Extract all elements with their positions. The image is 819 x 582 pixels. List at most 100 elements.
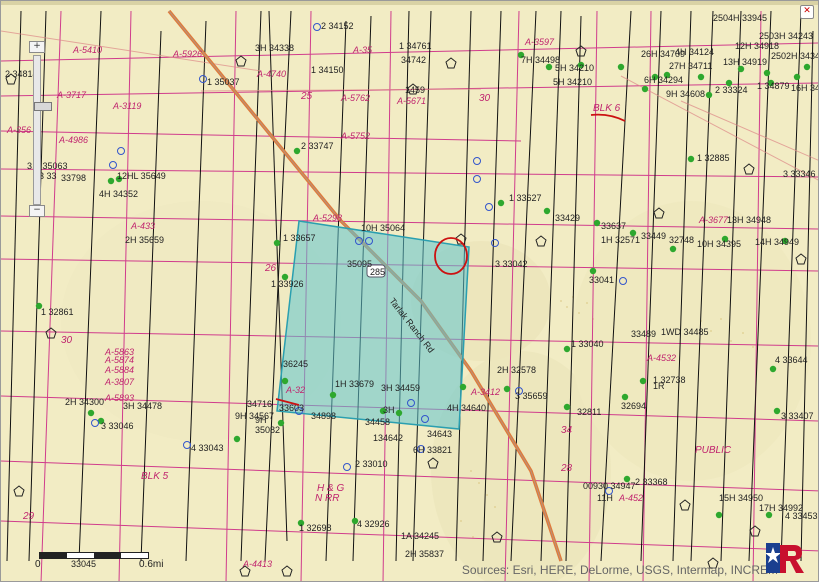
permit-circle[interactable]	[313, 23, 321, 31]
well-symbol[interactable]	[535, 235, 547, 247]
well-label: 12HL 35649	[117, 171, 166, 181]
well-label: 6H 33821	[413, 445, 452, 455]
well-label: 14H 34949	[755, 237, 799, 247]
well-label: 16H 34765	[791, 83, 819, 93]
zoom-thumb[interactable]	[34, 102, 52, 111]
well-label: 2504H 33945	[713, 13, 767, 23]
well-dot[interactable]	[769, 365, 777, 373]
well-dot[interactable]	[617, 63, 625, 71]
scale-zero-label: 0	[35, 559, 41, 570]
well-symbol[interactable]	[281, 565, 293, 577]
permit-circle[interactable]	[109, 161, 117, 169]
well-dot[interactable]	[589, 267, 597, 275]
well-dot[interactable]	[543, 207, 551, 215]
well-symbol[interactable]	[13, 485, 25, 497]
well-label: 5H 34210	[553, 77, 592, 87]
well-symbol[interactable]	[743, 163, 755, 175]
well-label: 13H 34919	[723, 57, 767, 67]
permit-circle[interactable]	[117, 147, 125, 155]
well-label: 15H 34950	[719, 493, 763, 503]
well-dot[interactable]	[281, 377, 289, 385]
permit-circle[interactable]	[183, 441, 191, 449]
well-dot[interactable]	[803, 63, 811, 71]
well-symbol[interactable]	[445, 57, 457, 69]
well-label: 32811	[577, 407, 601, 417]
scale-max-label: 0.6mi	[139, 559, 164, 570]
area-label: A-5884	[104, 365, 134, 375]
zoom-out-button[interactable]: −	[29, 205, 45, 217]
well-dot[interactable]	[639, 377, 647, 385]
well-label: 9H	[255, 415, 267, 425]
well-dot[interactable]	[563, 345, 571, 353]
well-label: 1 34761	[399, 41, 432, 51]
well-label: 4H 34640	[447, 403, 486, 413]
well-label: 1 33926	[271, 279, 304, 289]
permit-circle[interactable]	[91, 419, 99, 427]
permit-circle[interactable]	[485, 203, 493, 211]
well-dot[interactable]	[563, 403, 571, 411]
permit-circle[interactable]	[473, 157, 481, 165]
map-attribution: Sources: Esri, HERE, DeLorme, USGS, Inte…	[461, 563, 778, 577]
well-dot[interactable]	[503, 385, 511, 393]
well-label: 2 33010	[355, 459, 388, 469]
well-label: 3 33042	[495, 259, 528, 269]
well-dot[interactable]	[687, 155, 695, 163]
well-dot[interactable]	[697, 73, 705, 81]
well-symbol[interactable]	[575, 45, 587, 57]
well-label: 1 34150	[311, 65, 344, 75]
area-label: A-5671	[396, 96, 426, 106]
well-dot[interactable]	[641, 85, 649, 93]
well-dot[interactable]	[793, 73, 801, 81]
zoom-slider[interactable]: + −	[27, 41, 52, 217]
permit-circle[interactable]	[473, 175, 481, 183]
permit-circle[interactable]	[343, 463, 351, 471]
well-dot[interactable]	[233, 435, 241, 443]
zoom-in-button[interactable]: +	[29, 41, 45, 53]
well-label: 32694	[621, 401, 646, 411]
annotation-underline-blk6	[590, 113, 626, 122]
area-label: A-4532	[646, 353, 676, 363]
well-dot[interactable]	[293, 147, 301, 155]
well-symbol[interactable]	[235, 55, 247, 67]
well-symbol[interactable]	[749, 525, 761, 537]
well-label: 1H 33679	[335, 379, 374, 389]
well-symbol[interactable]	[679, 499, 691, 511]
zoom-track[interactable]	[33, 55, 52, 205]
well-label: 3H	[383, 405, 395, 415]
selection-area[interactable]	[276, 220, 470, 430]
well-dot[interactable]	[395, 409, 403, 417]
well-dot[interactable]	[763, 69, 771, 77]
area-label: A-5298	[312, 213, 342, 223]
permit-circle[interactable]	[199, 75, 207, 83]
area-label: A-3597	[524, 37, 555, 47]
well-label: 4H 34352	[99, 189, 138, 199]
well-dot[interactable]	[773, 407, 781, 415]
well-label: 1A 34245	[401, 531, 439, 541]
well-label: 34458	[365, 417, 390, 427]
area-label: A-32	[285, 385, 305, 395]
well-dot[interactable]	[273, 239, 281, 247]
well-dot[interactable]	[107, 177, 115, 185]
well-dot[interactable]	[497, 199, 505, 207]
well-label: 5H 34210	[555, 63, 594, 73]
well-symbol[interactable]	[45, 327, 57, 339]
well-label: 1 35037	[207, 77, 240, 87]
well-label: 33603	[279, 403, 304, 413]
well-dot[interactable]	[715, 511, 723, 519]
well-symbol[interactable]	[795, 253, 807, 265]
well-label: 2H 35659	[125, 235, 164, 245]
well-dot[interactable]	[329, 391, 337, 399]
well-label: 1 34879	[757, 81, 790, 91]
well-dot[interactable]	[87, 409, 95, 417]
well-dot[interactable]	[705, 91, 713, 99]
well-label: 34716	[247, 399, 272, 409]
well-dot[interactable]	[621, 393, 629, 401]
close-icon[interactable]: ✕	[800, 5, 814, 19]
well-dot[interactable]	[669, 245, 677, 253]
well-dot[interactable]	[593, 219, 601, 227]
well-label: 2 34152	[321, 21, 354, 31]
well-dot[interactable]	[459, 383, 467, 391]
well-label: 3H 34478	[123, 401, 162, 411]
map-canvas[interactable]: Tarlak Ranch Rd 285 A-5410 A-5926 A-35A-37…	[1, 1, 819, 582]
area-label: A-452	[618, 493, 643, 503]
